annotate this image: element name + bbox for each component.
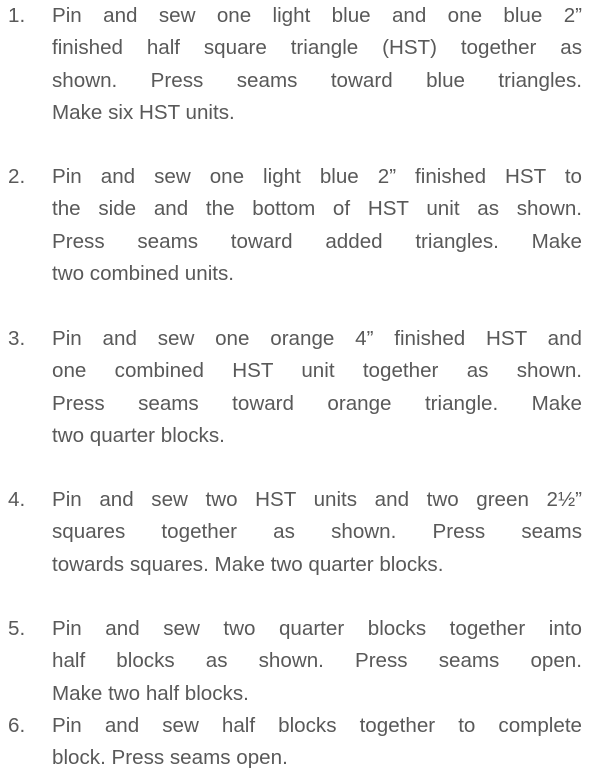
step-number: 6. bbox=[8, 714, 26, 737]
instruction-step-6: 6. Pin and sew half blocks together to c… bbox=[0, 710, 594, 775]
step-text: Pin and sew one light blue 2” finished H… bbox=[52, 161, 582, 290]
step-number: 3. bbox=[8, 327, 26, 350]
step-text-line: Make two half blocks. bbox=[52, 681, 249, 705]
step-text-line: two combined units. bbox=[52, 261, 235, 285]
step-text: Pin and sew half blocks together to comp… bbox=[52, 710, 582, 775]
step-text-line: Make six HST units. bbox=[52, 100, 235, 124]
step-text: Pin and sew one orange 4” finished HST a… bbox=[52, 323, 582, 452]
step-text-line: one combined HST unit together as shown. bbox=[52, 359, 582, 383]
step-text-line: Press seams toward orange triangle. Make bbox=[52, 391, 582, 415]
step-number: 5. bbox=[8, 617, 26, 640]
step-number: 2. bbox=[8, 165, 26, 188]
step-text-line: block. Press seams open. bbox=[52, 746, 288, 770]
step-text-line: Press seams toward added triangles. Make bbox=[52, 229, 582, 253]
step-text-line: the side and the bottom of HST unit as s… bbox=[52, 197, 582, 221]
instruction-step-4: 4. Pin and sew two HST units and two gre… bbox=[0, 484, 594, 581]
step-text-line: Pin and sew one light blue 2” finished H… bbox=[52, 165, 582, 188]
step-text-line: shown. Press seams toward blue triangles… bbox=[52, 68, 582, 92]
step-text-line: Pin and sew two HST units and two green … bbox=[52, 488, 582, 511]
step-text-line: Pin and sew two quarter blocks together … bbox=[52, 617, 582, 640]
step-text-line: Pin and sew one orange 4” finished HST a… bbox=[52, 327, 582, 350]
step-text-line: two quarter blocks. bbox=[52, 423, 225, 447]
step-text-line: half blocks as shown. Press seams open. bbox=[52, 649, 582, 673]
instruction-step-1: 1. Pin and sew one light blue and one bl… bbox=[0, 0, 594, 129]
step-text: Pin and sew two quarter blocks together … bbox=[52, 613, 582, 710]
step-number: 1. bbox=[8, 4, 26, 27]
step-text-line: towards squares. Make two quarter blocks… bbox=[52, 552, 444, 576]
step-text: Pin and sew two HST units and two green … bbox=[52, 484, 582, 581]
instruction-step-5: 5. Pin and sew two quarter blocks togeth… bbox=[0, 613, 594, 710]
step-number: 4. bbox=[8, 488, 26, 511]
step-text-line: squares together as shown. Press seams bbox=[52, 520, 582, 544]
instruction-step-3: 3. Pin and sew one orange 4” finished HS… bbox=[0, 323, 594, 452]
step-text-line: finished half square triangle (HST) toge… bbox=[52, 36, 582, 60]
step-text-line: Pin and sew half blocks together to comp… bbox=[52, 714, 582, 737]
instruction-step-2: 2. Pin and sew one light blue 2” finishe… bbox=[0, 161, 594, 290]
step-text: Pin and sew one light blue and one blue … bbox=[52, 0, 582, 129]
step-text-line: Pin and sew one light blue and one blue … bbox=[52, 4, 582, 27]
